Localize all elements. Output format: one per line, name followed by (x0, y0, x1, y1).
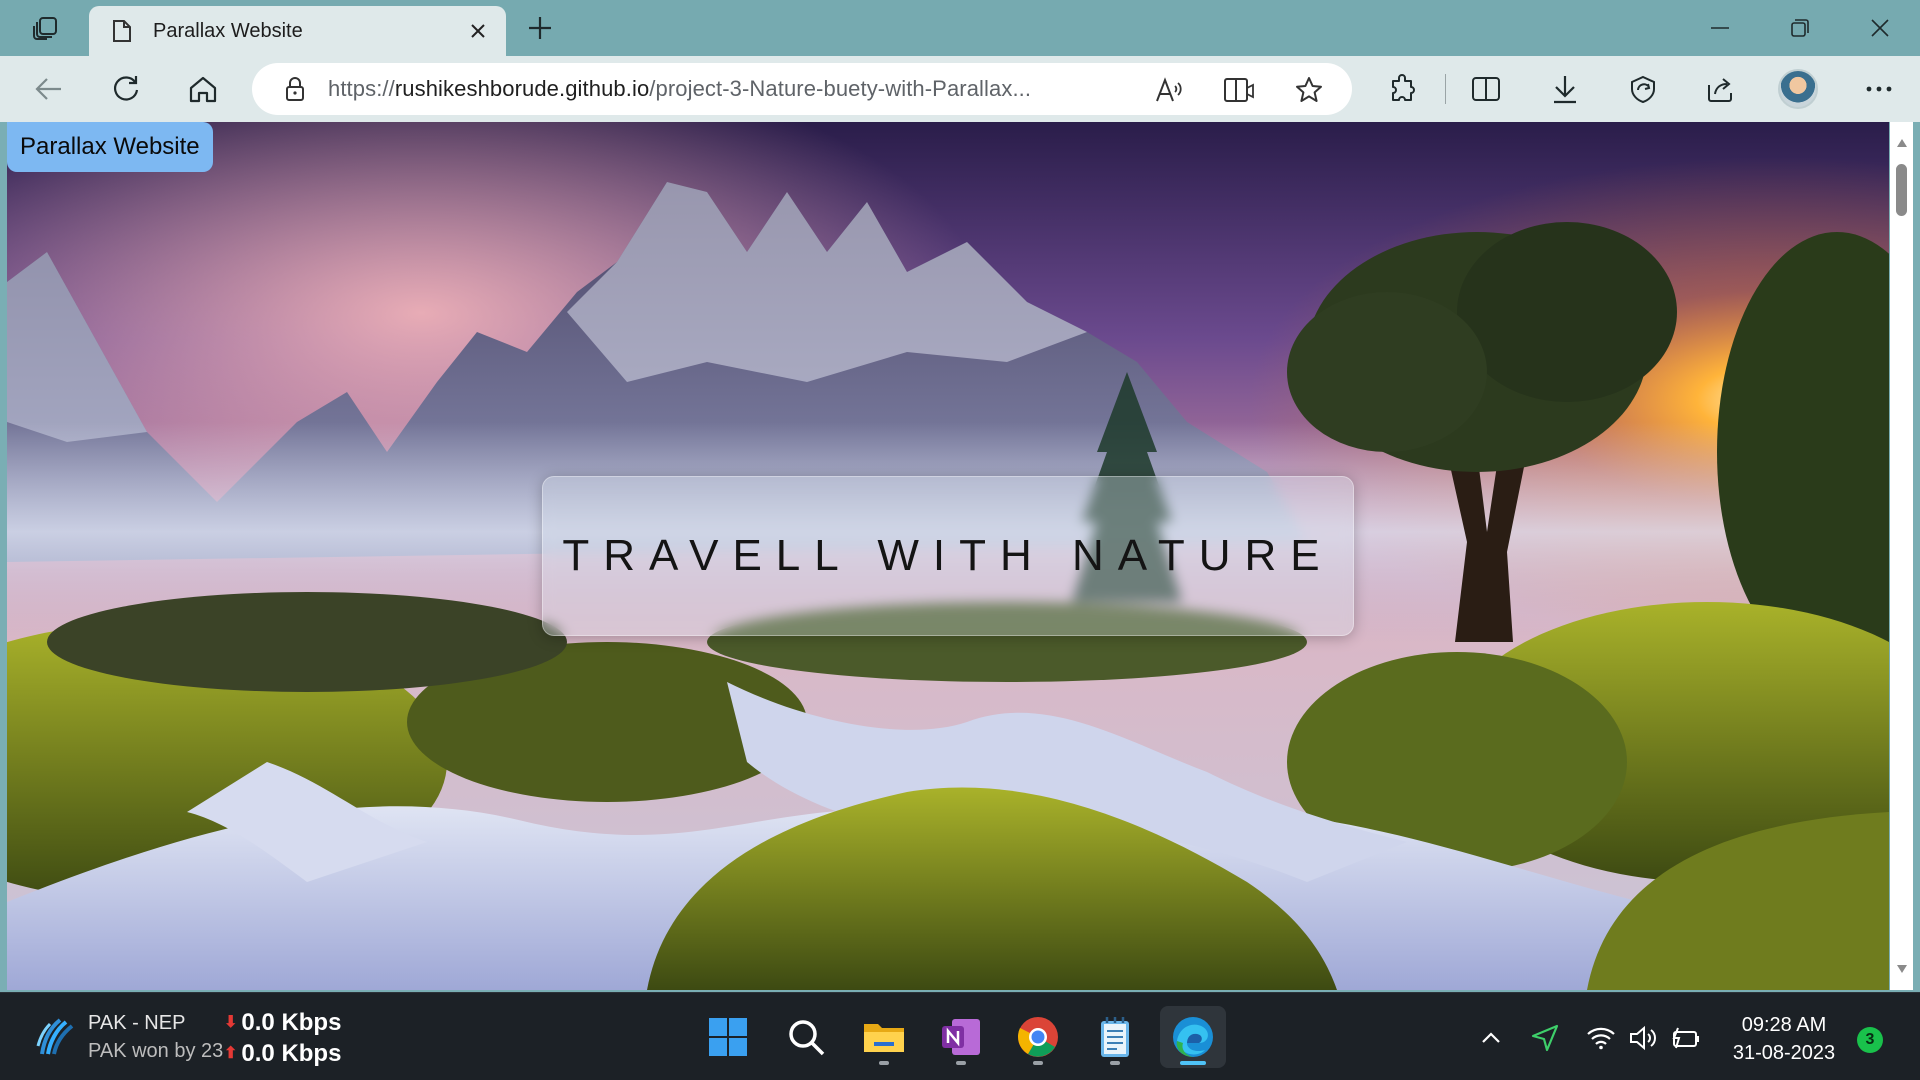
start-button[interactable] (695, 1006, 761, 1068)
battery-charging-icon[interactable] (1669, 1021, 1703, 1055)
edge-icon (1173, 1017, 1213, 1057)
news-subtitle: PAK won by 23 (88, 1040, 224, 1062)
browser-toolbar: https://rushikeshborude.github.io/projec… (0, 56, 1920, 122)
refresh-icon[interactable] (102, 66, 150, 112)
vertical-scrollbar[interactable] (1890, 122, 1913, 990)
upload-arrow-icon: ⬆ (224, 1045, 238, 1062)
immersive-reader-icon[interactable] (1222, 73, 1256, 107)
downloads-icon[interactable] (1541, 66, 1589, 112)
more-icon[interactable] (1855, 66, 1903, 112)
minimize-icon[interactable] (1692, 8, 1748, 48)
close-icon[interactable] (460, 13, 496, 49)
hero-card: TRAVELL WITH NATURE (542, 476, 1354, 636)
chevron-up-icon[interactable] (1474, 1021, 1508, 1055)
tab-title: Parallax Website (153, 19, 303, 42)
news-widget[interactable]: PAK - NEP PAK won by 23 (34, 1011, 223, 1063)
taskbar-app-chrome[interactable] (1005, 1006, 1071, 1068)
avatar[interactable] (1778, 69, 1818, 109)
lock-icon[interactable] (282, 76, 308, 102)
system-clock[interactable]: 09:28 AM 31-08-2023 (1716, 1011, 1852, 1067)
split-screen-icon[interactable] (1462, 66, 1510, 112)
plus-icon[interactable] (520, 9, 560, 47)
favorite-star-icon[interactable] (1292, 73, 1326, 107)
download-arrow-icon: ⬇ (224, 1014, 238, 1031)
hero-title: TRAVELL WITH NATURE (562, 531, 1334, 580)
site-logo[interactable]: Parallax Website (7, 122, 213, 172)
scroll-up-icon[interactable] (1895, 136, 1908, 149)
tab-actions-icon[interactable] (22, 12, 70, 44)
cricket-icon (36, 1018, 74, 1055)
active-indicator (1180, 1061, 1206, 1065)
windows-icon (709, 1018, 747, 1056)
back-icon[interactable] (24, 66, 72, 112)
folder-icon (864, 1024, 904, 1052)
scroll-down-icon[interactable] (1895, 962, 1908, 975)
share-icon[interactable] (1696, 66, 1744, 112)
scrollbar-thumb[interactable] (1896, 164, 1907, 216)
address-bar[interactable]: https://rushikeshborude.github.io/projec… (252, 63, 1352, 115)
search-button[interactable] (773, 1006, 839, 1068)
network-speed-widget: ⬇ 0.0 Kbps ⬆ 0.0 Kbps (224, 1007, 341, 1069)
browser-essentials-icon[interactable] (1619, 66, 1667, 112)
onenote-icon (942, 1019, 980, 1055)
window-close-icon[interactable] (1852, 8, 1908, 48)
taskbar-app-edge[interactable] (1160, 1006, 1226, 1068)
download-speed: 0.0 Kbps (241, 1009, 342, 1036)
notepad-icon (1101, 1017, 1129, 1057)
running-indicator (956, 1061, 966, 1065)
running-indicator (1110, 1061, 1120, 1065)
home-icon[interactable] (179, 66, 227, 112)
location-icon[interactable] (1528, 1021, 1562, 1055)
volume-icon[interactable] (1627, 1021, 1661, 1055)
taskbar-app-notepad[interactable] (1082, 1006, 1148, 1068)
search-icon (789, 1020, 825, 1056)
taskbar-app-onenote[interactable] (928, 1006, 994, 1068)
taskbar-app-file-explorer[interactable] (851, 1006, 917, 1068)
toolbar-divider (1445, 74, 1446, 104)
read-aloud-icon[interactable] (1152, 73, 1186, 107)
page-icon (109, 18, 135, 44)
url-text[interactable]: https://rushikeshborude.github.io/projec… (328, 76, 1118, 102)
clock-date: 31-08-2023 (1732, 1042, 1836, 1064)
news-title: PAK - NEP (88, 1012, 186, 1034)
chrome-icon (1018, 1017, 1058, 1057)
url-path: /project-3-Nature-buety-with-Parallax... (649, 76, 1032, 101)
running-indicator (1033, 1061, 1043, 1065)
notification-badge[interactable]: 3 (1857, 1027, 1883, 1053)
maximize-icon[interactable] (1772, 8, 1828, 48)
clock-time: 09:28 AM (1741, 1014, 1827, 1036)
extensions-icon[interactable] (1378, 66, 1426, 112)
tab-parallax-website[interactable]: Parallax Website (89, 6, 506, 56)
wifi-icon[interactable] (1584, 1021, 1618, 1055)
running-indicator (879, 1061, 889, 1065)
upload-speed: 0.0 Kbps (241, 1040, 342, 1067)
url-prefix: https:// (328, 76, 395, 101)
url-domain: rushikeshborude.github.io (394, 76, 650, 101)
taskbar: PAK - NEP PAK won by 23 ⬇ 0.0 Kbps ⬆ 0.0 K… (0, 992, 1920, 1080)
browser-titlebar: Parallax Website (0, 0, 1920, 56)
